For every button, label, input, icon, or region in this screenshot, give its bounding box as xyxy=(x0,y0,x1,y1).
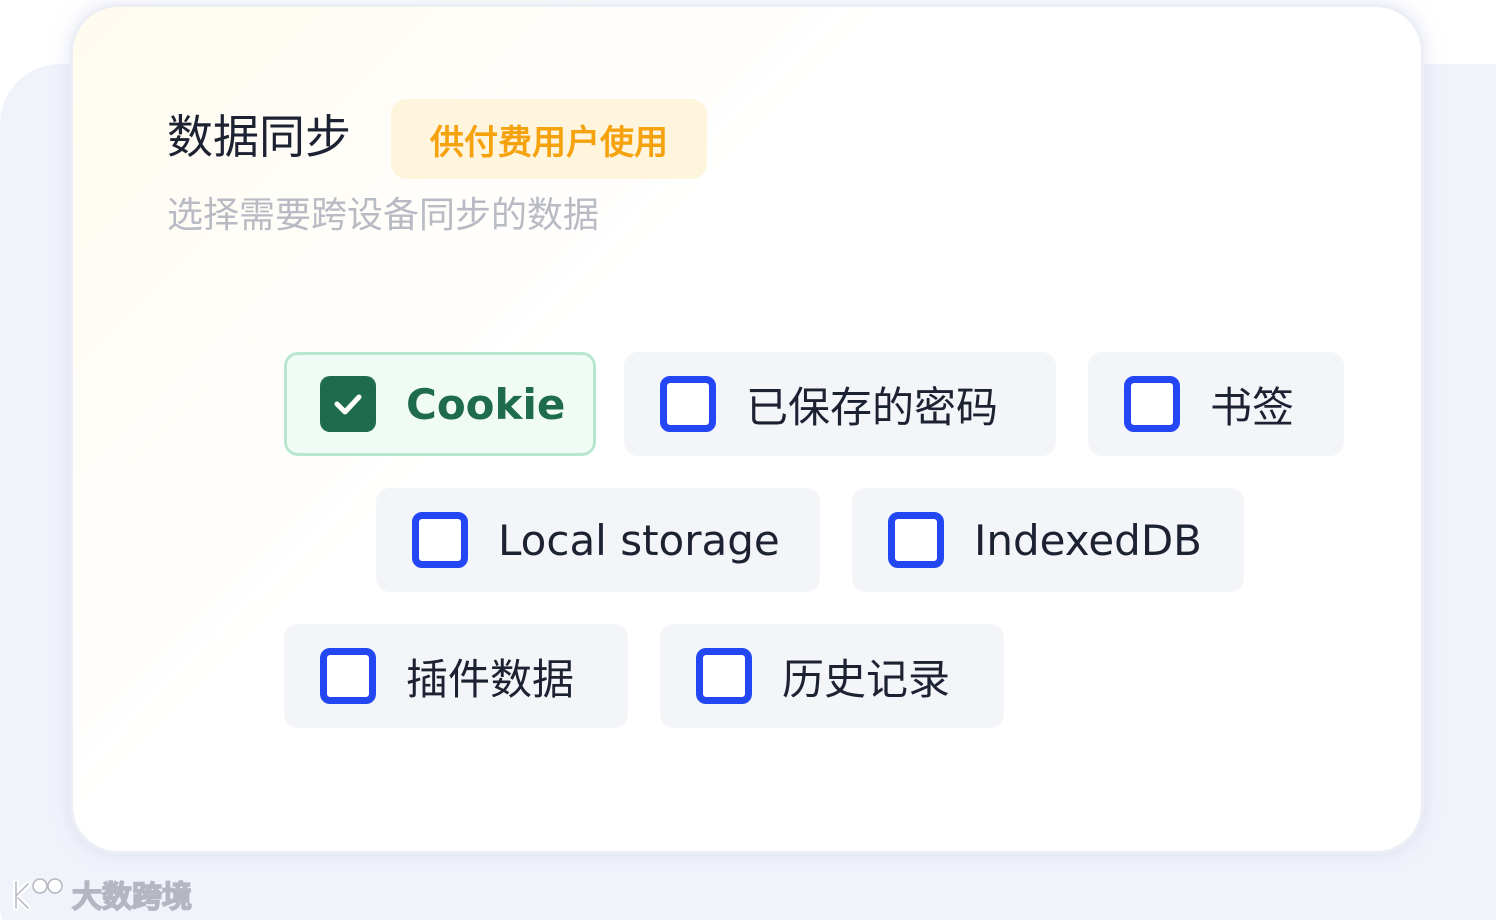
option-indexeddb[interactable]: IndexedDB xyxy=(852,488,1244,592)
brand-logo-icon xyxy=(13,878,63,911)
checkbox-unchecked[interactable] xyxy=(696,648,752,704)
checkbox-checked[interactable] xyxy=(320,376,376,432)
checkbox-unchecked[interactable] xyxy=(888,512,944,568)
option-local-storage[interactable]: Local storage xyxy=(376,488,820,592)
option-label: Local storage xyxy=(498,515,780,565)
checkbox-unchecked[interactable] xyxy=(660,376,716,432)
option-label: 插件数据 xyxy=(406,654,575,704)
checkbox-unchecked[interactable] xyxy=(412,512,468,568)
option-label: 书签 xyxy=(1210,382,1295,432)
section-subtitle: 选择需要跨设备同步的数据 xyxy=(167,195,600,236)
option-extension-data[interactable]: 插件数据 xyxy=(284,624,628,728)
option-label: IndexedDB xyxy=(974,515,1202,565)
watermark-text: 大数跨境 xyxy=(71,879,193,916)
option-saved-passwords[interactable]: 已保存的密码 xyxy=(624,352,1056,456)
option-label: 已保存的密码 xyxy=(746,382,999,432)
watermark: 大数跨境 xyxy=(10,872,193,916)
checkbox-unchecked[interactable] xyxy=(1124,376,1180,432)
checkbox-unchecked[interactable] xyxy=(320,648,376,704)
paid-user-badge: 供付费用户使用 xyxy=(391,99,707,179)
option-cookie[interactable]: Cookie xyxy=(284,352,596,456)
paid-user-badge-label: 供付费用户使用 xyxy=(430,122,668,163)
section-title: 数据同步 xyxy=(167,110,351,164)
option-history[interactable]: 历史记录 xyxy=(660,624,1004,728)
option-label: Cookie xyxy=(406,379,566,429)
check-icon xyxy=(334,394,362,415)
option-label: 历史记录 xyxy=(782,654,951,704)
page: 数据同步 供付费用户使用 选择需要跨设备同步的数据 Cookie 已保存的密码 … xyxy=(0,0,1496,920)
option-bookmarks[interactable]: 书签 xyxy=(1088,352,1344,456)
